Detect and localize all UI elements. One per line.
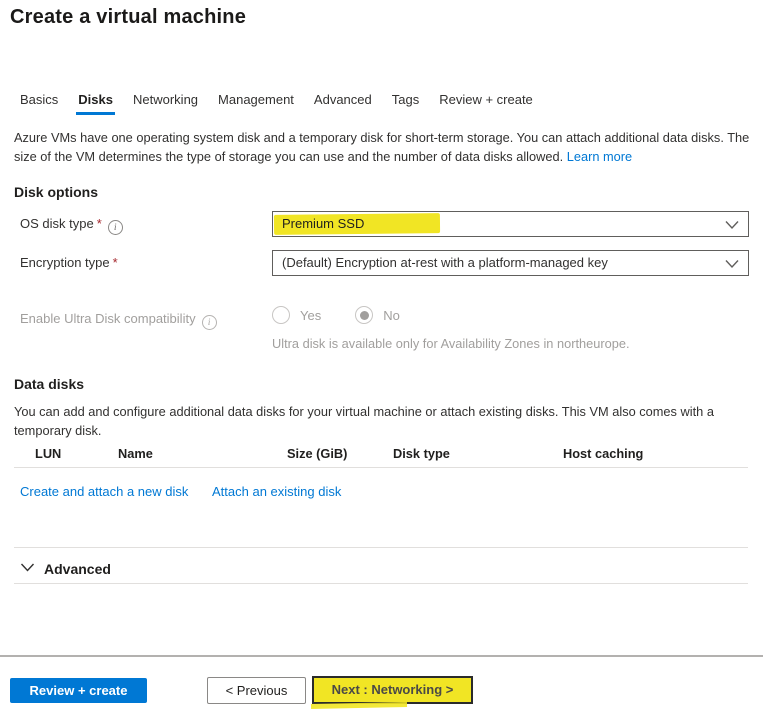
chevron-down-icon <box>725 218 739 233</box>
create-vm-page: Create a virtual machine Basics Disks Ne… <box>0 0 763 723</box>
ultra-disk-label: Enable Ultra Disk compatibility i <box>20 311 217 330</box>
info-icon[interactable]: i <box>202 315 217 330</box>
tab-management[interactable]: Management <box>218 92 294 115</box>
advanced-section-toggle[interactable]: Advanced <box>20 560 111 578</box>
data-disks-table-header: LUN Name Size (GiB) Disk type Host cachi… <box>0 446 763 467</box>
review-create-button[interactable]: Review + create <box>10 678 147 703</box>
tab-networking[interactable]: Networking <box>133 92 198 115</box>
intro-body: Azure VMs have one operating system disk… <box>14 130 749 164</box>
previous-button[interactable]: < Previous <box>207 677 306 704</box>
col-lun: LUN <box>35 446 61 461</box>
attach-existing-disk-link[interactable]: Attach an existing disk <box>212 484 341 499</box>
radio-yes-label: Yes <box>300 308 321 323</box>
next-networking-button[interactable]: Next : Networking > <box>312 676 473 704</box>
create-attach-new-disk-link[interactable]: Create and attach a new disk <box>20 484 188 499</box>
footer-divider <box>0 655 763 657</box>
required-asterisk: * <box>97 216 102 231</box>
encryption-type-dropdown[interactable]: (Default) Encryption at-rest with a plat… <box>272 250 749 276</box>
chevron-down-icon <box>725 257 739 272</box>
col-name: Name <box>118 446 153 461</box>
radio-yes[interactable] <box>272 306 290 324</box>
divider <box>14 547 748 548</box>
tab-advanced[interactable]: Advanced <box>314 92 372 115</box>
disk-options-heading: Disk options <box>14 184 98 200</box>
table-header-divider <box>14 467 748 468</box>
divider <box>14 583 748 584</box>
radio-no[interactable] <box>355 306 373 324</box>
chevron-down-icon <box>20 560 35 578</box>
ultra-disk-helper-text: Ultra disk is available only for Availab… <box>272 336 630 351</box>
ultra-disk-radio-group: Yes No <box>272 306 400 324</box>
os-disk-type-dropdown[interactable]: Premium SSD <box>272 211 749 237</box>
os-disk-type-label-text: OS disk type <box>20 216 94 231</box>
required-asterisk: * <box>113 255 118 270</box>
page-title: Create a virtual machine <box>10 6 246 29</box>
data-disk-links: Create and attach a new disk Attach an e… <box>20 484 188 499</box>
col-host-caching: Host caching <box>563 446 643 461</box>
intro-text: Azure VMs have one operating system disk… <box>14 128 756 166</box>
tab-review-create[interactable]: Review + create <box>439 92 533 115</box>
os-disk-type-value: Premium SSD <box>282 212 364 236</box>
data-disks-description: You can add and configure additional dat… <box>14 402 742 440</box>
radio-no-label: No <box>383 308 400 323</box>
tab-basics[interactable]: Basics <box>20 92 58 115</box>
data-disks-heading: Data disks <box>14 376 84 392</box>
os-disk-type-label: OS disk type* i <box>20 216 123 235</box>
col-disk-type: Disk type <box>393 446 450 461</box>
info-icon[interactable]: i <box>108 220 123 235</box>
tab-disks[interactable]: Disks <box>78 92 113 115</box>
ultra-disk-label-text: Enable Ultra Disk compatibility <box>20 311 196 326</box>
advanced-section-label: Advanced <box>44 561 111 577</box>
encryption-type-label-text: Encryption type <box>20 255 110 270</box>
encryption-type-value: (Default) Encryption at-rest with a plat… <box>282 251 608 275</box>
encryption-type-label: Encryption type* <box>20 255 118 270</box>
tab-tags[interactable]: Tags <box>392 92 419 115</box>
wizard-tabs: Basics Disks Networking Management Advan… <box>20 92 533 115</box>
learn-more-link[interactable]: Learn more <box>567 149 632 164</box>
col-size: Size (GiB) <box>287 446 347 461</box>
